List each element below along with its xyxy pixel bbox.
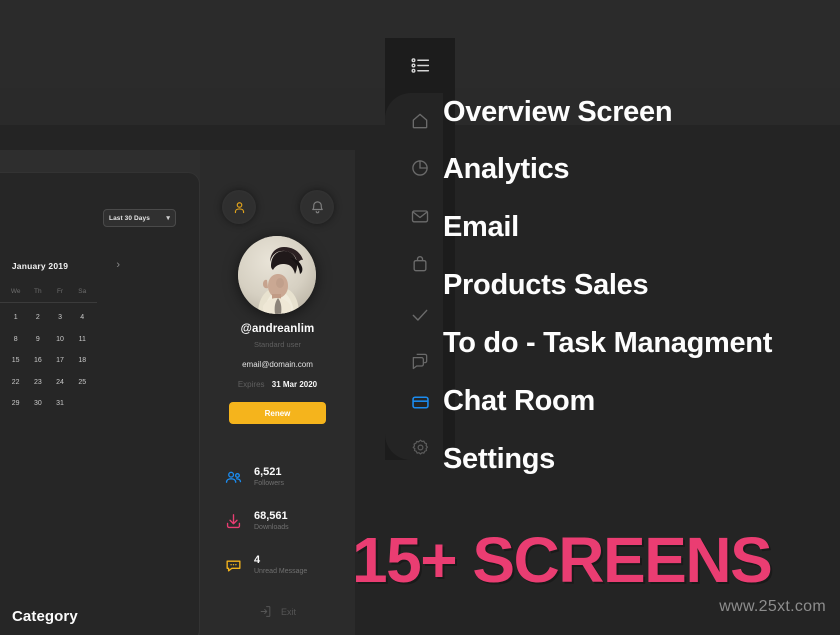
calendar-day-headers: SuMoTuWeThFrSa — [0, 282, 98, 301]
calendar-day[interactable]: 16 — [27, 350, 49, 372]
list-menu-icon — [410, 58, 429, 73]
stat-value: 4 — [254, 554, 261, 567]
calendar-month-title: January 2019 — [11, 260, 69, 271]
profile-top-actions — [222, 190, 334, 224]
sidebar-logo[interactable] — [385, 38, 455, 93]
calendar-day[interactable]: 2 — [27, 307, 49, 329]
calendar-next-month-button[interactable]: › — [116, 260, 120, 271]
calendar-week-row: 567891011 — [0, 329, 98, 351]
window-card-icon — [411, 396, 429, 409]
check-icon — [412, 309, 428, 321]
calendar-day-header: Sa — [78, 288, 87, 295]
calendar-weeks: 1234567891011121314151617181920212223242… — [0, 307, 98, 415]
calendar-day[interactable]: 4 — [71, 307, 93, 329]
calendar-divider — [0, 302, 97, 303]
screen-list-item: Analytics — [443, 153, 570, 185]
stat-value: 68,561 — [254, 510, 288, 523]
screen-list-item: Products Sales — [443, 269, 649, 301]
calendar-panel: Last 30 Days ▾ ‹ January 2019 › SuMoTuWe… — [0, 172, 200, 635]
calendar-day[interactable]: 22 — [5, 372, 27, 394]
avatar-image — [238, 236, 316, 314]
user-icon — [234, 201, 244, 213]
avatar — [238, 236, 316, 314]
calendar-day[interactable]: 10 — [49, 329, 71, 351]
profile-stats: 6,521 Followers 68,561 Downloads 4 Unread Mes… — [224, 455, 349, 587]
date-range-select[interactable]: Last 30 Days ▾ — [103, 209, 176, 227]
calendar-day-header: We — [10, 288, 21, 295]
date-range-value: Last 30 Days — [109, 214, 150, 222]
screen-list-item: Email — [443, 211, 519, 243]
profile-user-type: Standard user — [253, 340, 302, 349]
profile-panel: @andreanlim Standard user email@domain.c… — [200, 150, 355, 635]
download-icon — [226, 513, 241, 528]
screen-list-item: Settings — [443, 443, 555, 475]
stat-text: 4 Unread Message — [254, 554, 307, 576]
calendar-day-empty — [71, 393, 93, 415]
expires-value: 31 Mar 2020 — [271, 380, 318, 389]
calendar-header: ‹ January 2019 › — [0, 260, 120, 271]
stat-row: 6,521 Followers — [224, 455, 349, 499]
watermark: www.25xt.com — [719, 598, 826, 615]
stat-icon-wrap — [224, 468, 254, 487]
stat-text: 6,521 Followers — [254, 466, 284, 488]
calendar-week-row: 1234 — [0, 307, 98, 329]
stat-row: 68,561 Downloads — [224, 499, 349, 543]
calendar-day[interactable]: 29 — [5, 393, 27, 415]
profile-email: email@domain.com — [242, 360, 313, 369]
calendar-day-header: Th — [34, 288, 42, 295]
bag-icon — [413, 255, 427, 271]
calendar-grid: SuMoTuWeThFrSa 1234567891011121314151617… — [0, 282, 98, 415]
expires-label: Expires — [237, 380, 265, 389]
people-icon — [225, 471, 242, 483]
home-icon — [412, 113, 428, 128]
calendar-day[interactable]: 1 — [5, 307, 27, 329]
screen-list-item: To do - Task Managment — [443, 327, 773, 359]
calendar-day[interactable]: 25 — [71, 372, 93, 394]
calendar-day-header: Fr — [56, 288, 64, 295]
renew-button[interactable]: Renew — [229, 402, 326, 424]
calendar-day[interactable]: 30 — [27, 393, 49, 415]
calendar-day[interactable]: 31 — [49, 393, 71, 415]
chevron-down-icon: ▾ — [166, 214, 170, 222]
notifications-button[interactable] — [300, 190, 334, 224]
stat-label: Unread Message — [254, 567, 308, 575]
gear-icon — [412, 439, 428, 455]
calendar-day[interactable]: 17 — [49, 350, 71, 372]
promo-screenshot: Last 30 Days ▾ ‹ January 2019 › SuMoTuWe… — [0, 0, 840, 635]
calendar-week-row: 12131415161718 — [0, 350, 98, 372]
calendar-week-row: 19202122232425 — [0, 372, 98, 394]
logout-icon — [260, 606, 271, 617]
calendar-day[interactable]: 18 — [71, 350, 93, 372]
pie-chart-icon — [412, 159, 428, 176]
stat-value: 6,521 — [254, 466, 282, 479]
stat-text: 68,561 Downloads — [254, 510, 289, 532]
calendar-day[interactable]: 8 — [5, 329, 27, 351]
envelope-icon — [411, 209, 429, 222]
message-icon — [226, 559, 241, 571]
stat-label: Downloads — [254, 523, 289, 531]
stat-icon-wrap — [224, 556, 254, 575]
stat-icon-wrap — [224, 512, 254, 531]
bell-icon — [311, 200, 323, 213]
chat-bubbles-icon — [412, 353, 428, 369]
exit-label: Exit — [280, 606, 296, 617]
calendar-day[interactable]: 24 — [49, 372, 71, 394]
stat-label: Followers — [254, 479, 284, 487]
calendar-day[interactable]: 15 — [5, 350, 27, 372]
calendar-day[interactable]: 23 — [27, 372, 49, 394]
category-title: Category — [12, 608, 78, 625]
screen-list-item: Overview Screen — [443, 96, 673, 128]
exit-button[interactable]: Exit — [200, 605, 355, 618]
calendar-day[interactable]: 3 — [49, 307, 71, 329]
calendar-day[interactable]: 11 — [71, 329, 93, 351]
promo-big-title: 15+ SCREENS — [352, 524, 773, 596]
profile-expiry: Expires 31 Mar 2020 — [200, 380, 355, 389]
screen-list-item: Chat Room — [443, 385, 595, 417]
calendar-day[interactable]: 9 — [27, 329, 49, 351]
account-button[interactable] — [222, 190, 256, 224]
calendar-week-row: 262728293031 — [0, 393, 98, 415]
stat-row: 4 Unread Message — [224, 543, 349, 587]
profile-handle: @andreanlim — [240, 323, 315, 335]
